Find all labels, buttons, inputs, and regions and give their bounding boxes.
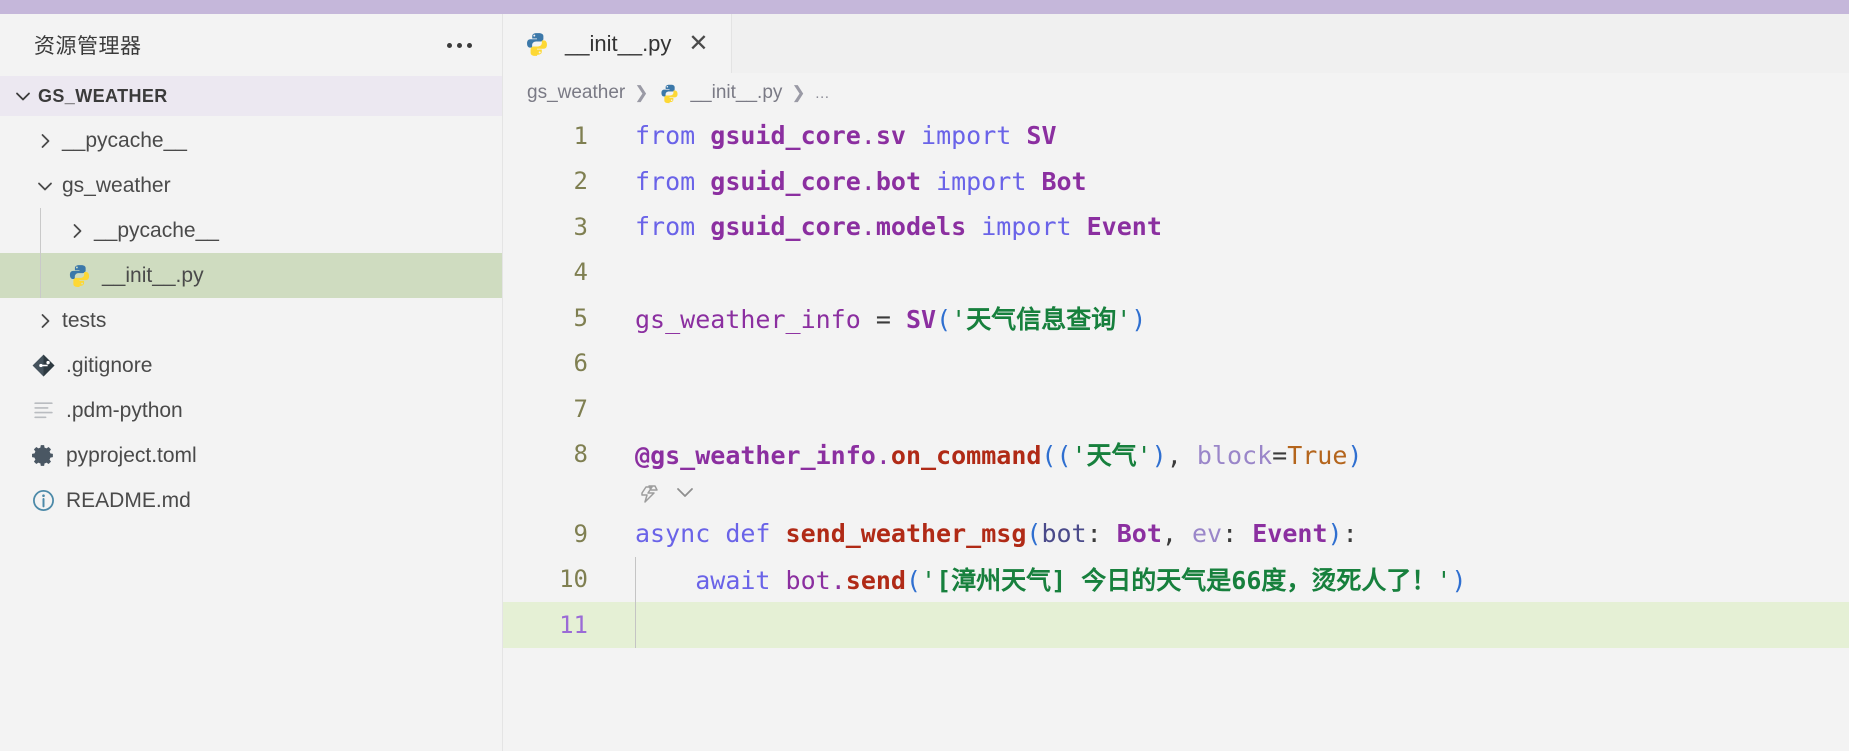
code-line-content: from gsuid_core.sv import SV [635, 121, 1057, 151]
line-number: 10 [559, 565, 588, 594]
chevron-right-icon[interactable] [30, 306, 60, 336]
code-line-content: await bot.send('[漳州天气] 今日的天气是66度，烫死人了！') [695, 566, 1467, 596]
code-line: 10 await bot.send('[漳州天气] 今日的天气是66度，烫死人了… [503, 556, 1849, 602]
explorer-header: 资源管理器 [0, 14, 502, 76]
breadcrumb-item-gs-weather[interactable]: gs_weather [527, 82, 625, 104]
python-file-icon [657, 83, 681, 104]
code-line: 8 @gs_weather_info.on_command(('天气'), bl… [503, 432, 1849, 478]
tree-item-gs-weather[interactable]: gs_weather [0, 163, 502, 208]
tree-item-pycache-root[interactable]: __pycache__ [0, 118, 502, 163]
breadcrumb-overflow[interactable]: … [815, 85, 831, 102]
chevron-down-icon[interactable] [30, 171, 60, 201]
line-number: 11 [559, 610, 588, 639]
code-line-content: async def send_weather_msg(bot: Bot, ev:… [635, 519, 1358, 549]
editor-tabbar: __init__.py ✕ [503, 14, 1849, 73]
text-file-icon [26, 398, 60, 423]
info-file-icon [26, 488, 60, 513]
chevron-right-icon[interactable] [30, 126, 60, 156]
code-line: 1 from gsuid_core.sv import SV [503, 113, 1849, 159]
line-number: 6 [573, 349, 588, 378]
tree-indent-guide [40, 208, 41, 253]
tree-item-label: __pycache__ [94, 218, 219, 242]
code-line: 6 [503, 341, 1849, 387]
more-actions-icon[interactable] [442, 30, 476, 60]
code-action-widget[interactable] [503, 477, 1849, 511]
explorer-sidebar: 资源管理器 GS_WEATHER __pycache__ gs_weather … [0, 14, 503, 751]
code-line-content: from gsuid_core.bot import Bot [635, 166, 1087, 196]
tree-item-label: .gitignore [66, 353, 153, 377]
line-number: 8 [573, 440, 588, 469]
close-icon[interactable]: ✕ [685, 31, 711, 56]
tree-item-gitignore[interactable]: .gitignore [0, 343, 502, 388]
line-number: 5 [573, 303, 588, 332]
line-number: 9 [573, 519, 588, 548]
code-line-content: @gs_weather_info.on_command(('天气'), bloc… [635, 441, 1363, 471]
code-line: 9 async def send_weather_msg(bot: Bot, e… [503, 511, 1849, 557]
tree-item-init-py[interactable]: __init__.py [0, 253, 502, 298]
window-titlebar [0, 0, 1849, 14]
tree-item-tests[interactable]: tests [0, 298, 502, 343]
indent-guide [635, 602, 636, 648]
tree-item-label: README.md [66, 488, 191, 512]
code-line: 5 gs_weather_info = SV('天气信息查询') [503, 295, 1849, 341]
line-number: 3 [573, 212, 588, 241]
chevron-right-icon: ❯ [634, 83, 649, 102]
line-number: 7 [573, 394, 588, 423]
line-number: 2 [573, 167, 588, 196]
code-editor[interactable]: 1 from gsuid_core.sv import SV 2 from gs… [503, 113, 1849, 751]
breadcrumb: gs_weather ❯ __init__.py ❯ … [503, 73, 1849, 113]
explorer-root-label: GS_WEATHER [38, 85, 168, 106]
tree-item-label: __pycache__ [62, 128, 187, 152]
chevron-right-icon: ❯ [791, 83, 806, 102]
line-number: 4 [573, 258, 588, 287]
tree-item-label: __init__.py [102, 263, 204, 287]
quick-fix-icon[interactable] [635, 481, 663, 507]
python-file-icon [523, 31, 551, 57]
gear-file-icon [26, 443, 60, 468]
code-line: 7 [503, 386, 1849, 432]
line-number: 1 [573, 121, 588, 150]
vscode-window: 资源管理器 GS_WEATHER __pycache__ gs_weather … [0, 0, 1849, 751]
breadcrumb-item-init-py[interactable]: __init__.py [690, 82, 782, 104]
workbench: 资源管理器 GS_WEATHER __pycache__ gs_weather … [0, 14, 1849, 751]
tabbar-empty-space [732, 14, 1849, 73]
tab-init-py[interactable]: __init__.py ✕ [503, 14, 733, 73]
python-file-icon [62, 263, 96, 288]
chevron-down-icon [8, 81, 38, 111]
tree-item-pdm-python[interactable]: .pdm-python [0, 388, 502, 433]
code-line-content: gs_weather_info = SV('天气信息查询') [635, 304, 1147, 334]
tree-item-pyproject-toml[interactable]: pyproject.toml [0, 433, 502, 478]
explorer-title: 资源管理器 [34, 35, 142, 58]
tree-item-pycache-nested[interactable]: __pycache__ [0, 208, 502, 253]
tree-item-label: gs_weather [62, 173, 171, 197]
file-tree: __pycache__ gs_weather __pycache__ __ini… [0, 116, 502, 523]
explorer-root-gs-weather[interactable]: GS_WEATHER [0, 76, 502, 116]
tab-label: __init__.py [565, 30, 672, 56]
editor-group: __init__.py ✕ gs_weather ❯ __init__.py ❯… [503, 14, 1849, 751]
tree-item-readme-md[interactable]: README.md [0, 478, 502, 523]
tree-item-label: .pdm-python [66, 398, 183, 422]
code-line: 2 from gsuid_core.bot import Bot [503, 159, 1849, 205]
chevron-right-icon[interactable] [62, 216, 92, 246]
code-line: 3 from gsuid_core.models import Event [503, 204, 1849, 250]
chevron-down-icon[interactable] [673, 484, 697, 504]
code-line-content: from gsuid_core.models import Event [635, 212, 1162, 242]
tree-indent-guide [40, 253, 41, 298]
code-line: 4 [503, 250, 1849, 296]
code-line-active: 11 [503, 602, 1849, 648]
tree-item-label: pyproject.toml [66, 443, 197, 467]
git-file-icon [26, 353, 60, 378]
tree-item-label: tests [62, 308, 107, 332]
